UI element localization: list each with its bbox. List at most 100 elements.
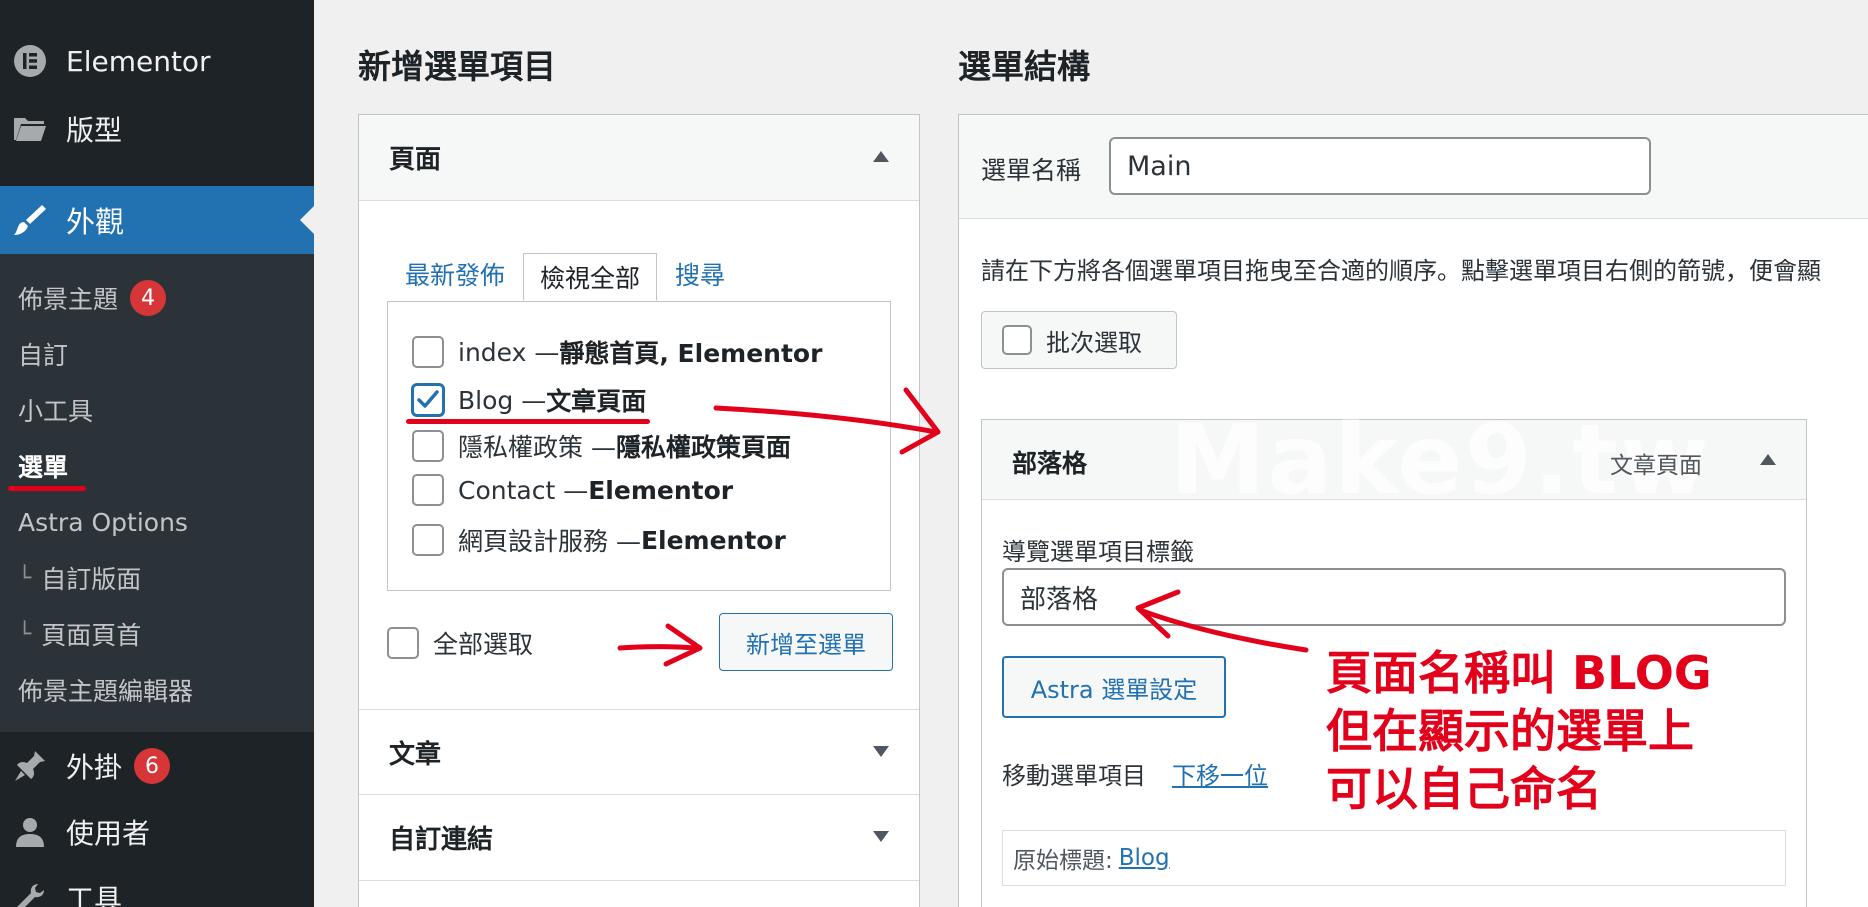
pages-accordion-header[interactable]: 頁面 (359, 115, 919, 201)
page-item-index[interactable]: index — 靜態首頁, Elementor (412, 334, 822, 370)
page-name: 網頁設計服務 — (458, 527, 641, 556)
annotation-underline-blog (406, 419, 650, 424)
plugin-icon (12, 748, 48, 784)
select-all-label: 全部選取 (433, 630, 534, 659)
page-type: 隱私權政策頁面 (615, 433, 791, 462)
astra-menu-settings-button[interactable]: Astra 選單設定 (1002, 656, 1226, 718)
page-checkbox[interactable] (412, 474, 444, 506)
submenu-item-label: Astra Options (18, 507, 188, 537)
sidebar-item-plugins[interactable]: 外掛 6 (0, 736, 314, 796)
sidebar-item-label: 工具 (66, 883, 123, 907)
tab-most-recent[interactable]: 最新發佈 (387, 253, 523, 301)
submenu-item-widgets[interactable]: 小工具 (18, 390, 93, 430)
custom-links-accordion-header[interactable]: 自訂連結 (359, 795, 919, 881)
menu-item-title: 部落格 (1012, 449, 1088, 478)
original-title-link[interactable]: Blog (1119, 845, 1170, 871)
navigation-label-caption: 導覽選單項目標籤 (1002, 538, 1194, 566)
submenu-item-label: 頁面頁首 (41, 621, 142, 650)
add-to-menu-button[interactable]: 新增至選單 (719, 613, 893, 671)
active-notch (300, 206, 314, 234)
elementor-icon (12, 43, 48, 79)
menu-item-header[interactable]: 部落格 Make9.tw 文章頁面 (982, 404, 1806, 516)
submenu-item-label: 自訂 (18, 341, 69, 370)
select-all-checkbox[interactable] (387, 627, 419, 659)
menu-name-label: 選單名稱 (981, 156, 1082, 185)
page-item-contact[interactable]: Contact — Elementor (412, 474, 733, 506)
page-type: Elementor (588, 475, 734, 505)
wrench-icon (12, 880, 48, 907)
page-name: index — (458, 337, 560, 367)
sidebar-item-appearance[interactable]: 外觀 (0, 186, 314, 254)
bulk-select-label: 批次選取 (1046, 328, 1142, 357)
sidebar-item-label: Elementor (66, 44, 211, 78)
submenu-item-label: 選單 (18, 453, 69, 482)
annotation-underline-menus (8, 486, 86, 491)
pages-checklist: index — 靜態首頁, Elementor Blog — 文章頁面 隱私權政… (387, 301, 891, 591)
submenu-item-customize[interactable]: 自訂 (18, 334, 68, 374)
page-name: Blog — (458, 385, 547, 415)
submenu-item-custom-layouts[interactable]: └ 自訂版面 (18, 558, 141, 598)
submenu-item-themes[interactable]: 佈景主題 4 (18, 278, 167, 318)
expand-arrow-icon[interactable] (873, 746, 889, 757)
submenu-item-theme-editor[interactable]: 佈景主題編輯器 (18, 670, 193, 710)
page-item-blog[interactable]: Blog — 文章頁面 (412, 382, 646, 418)
page-checkbox[interactable] (412, 336, 444, 368)
accordion-title: 自訂連結 (389, 825, 494, 855)
sidebar-item-label: 版型 (66, 114, 123, 147)
paintbrush-icon (12, 202, 48, 238)
collapse-arrow-icon[interactable] (873, 151, 889, 162)
expand-arrow-icon[interactable] (873, 831, 889, 842)
sidebar-item-templates[interactable]: 版型 (0, 98, 314, 160)
appearance-submenu (0, 254, 314, 732)
page-name: 隱私權政策 — (458, 433, 616, 462)
annotation-note: 頁面名稱叫 BLOG 但在顯示的選單上 可以自己命名 (1326, 646, 1712, 816)
menu-name-input[interactable] (1109, 137, 1651, 195)
sidebar-item-tools[interactable]: 工具 (0, 868, 314, 907)
indent-marker: └ (18, 621, 32, 647)
sidebar-item-label: 外掛 (66, 751, 123, 784)
move-down-link[interactable]: 下移一位 (1172, 756, 1268, 791)
submenu-item-label: 自訂版面 (41, 565, 142, 594)
page-item-privacy[interactable]: 隱私權政策 — 隱私權政策頁面 (412, 428, 791, 464)
tab-view-all[interactable]: 檢視全部 (523, 253, 658, 301)
page-checkbox[interactable] (412, 430, 444, 462)
submenu-item-label: 佈景主題 (18, 285, 119, 314)
add-menu-items-heading: 新增選單項目 (358, 47, 556, 86)
checkmark-icon (417, 390, 439, 408)
bulk-select-checkbox[interactable] (1002, 325, 1032, 355)
folder-icon (12, 111, 48, 147)
page-checkbox-checked[interactable] (412, 384, 444, 416)
page-name: Contact — (458, 475, 589, 505)
move-item-label: 移動選單項目 (1002, 762, 1146, 790)
admin-sidebar: Elementor 版型 外觀 佈景主題 4 自訂 小工具 選單 Astra O… (0, 0, 314, 907)
menu-name-bar: 選單名稱 (959, 115, 1868, 219)
menu-instruction-text: 請在下方將各個選單項目拖曳至合適的順序。點擊選單項目右側的箭號，便會顯 (981, 257, 1821, 285)
page-type: 文章頁面 (546, 387, 647, 416)
tab-search[interactable]: 搜尋 (657, 253, 743, 301)
sidebar-item-elementor[interactable]: Elementor (0, 30, 314, 92)
pages-tabs: 最新發佈 檢視全部 搜尋 (387, 253, 743, 301)
update-count-badge: 6 (134, 748, 171, 784)
sidebar-item-label: 外觀 (66, 205, 125, 239)
select-all-checkbox-row[interactable]: 全部選取 (387, 625, 533, 661)
posts-accordion-header[interactable]: 文章 (359, 709, 919, 795)
menu-item-type: 文章頁面 (1610, 453, 1702, 479)
accordion-title: 頁面 (389, 145, 442, 175)
submenu-item-page-headers[interactable]: └ 頁面頁首 (18, 614, 141, 654)
submenu-item-menus[interactable]: 選單 (18, 446, 68, 486)
accordion-title: 文章 (389, 739, 442, 770)
sidebar-item-users[interactable]: 使用者 (0, 802, 314, 862)
submenu-item-label: 小工具 (18, 397, 94, 426)
bulk-select-button[interactable]: 批次選取 (981, 311, 1177, 369)
page-item-web-design[interactable]: 網頁設計服務 — Elementor (412, 522, 786, 558)
page-type: 靜態首頁, Elementor (559, 339, 823, 368)
original-title-box: 原始標題: Blog (1002, 830, 1786, 886)
original-title-label: 原始標題: (1013, 848, 1113, 874)
submenu-item-label: 佈景主題編輯器 (18, 677, 194, 706)
navigation-label-input[interactable] (1002, 568, 1786, 626)
page-checkbox[interactable] (412, 524, 444, 556)
page-type: Elementor (640, 525, 786, 555)
submenu-item-astra-options[interactable]: Astra Options (18, 502, 188, 542)
add-menu-items-panel: 頁面 最新發佈 檢視全部 搜尋 index — 靜態首頁, Elementor … (358, 114, 920, 907)
collapse-arrow-icon[interactable] (1760, 454, 1776, 465)
